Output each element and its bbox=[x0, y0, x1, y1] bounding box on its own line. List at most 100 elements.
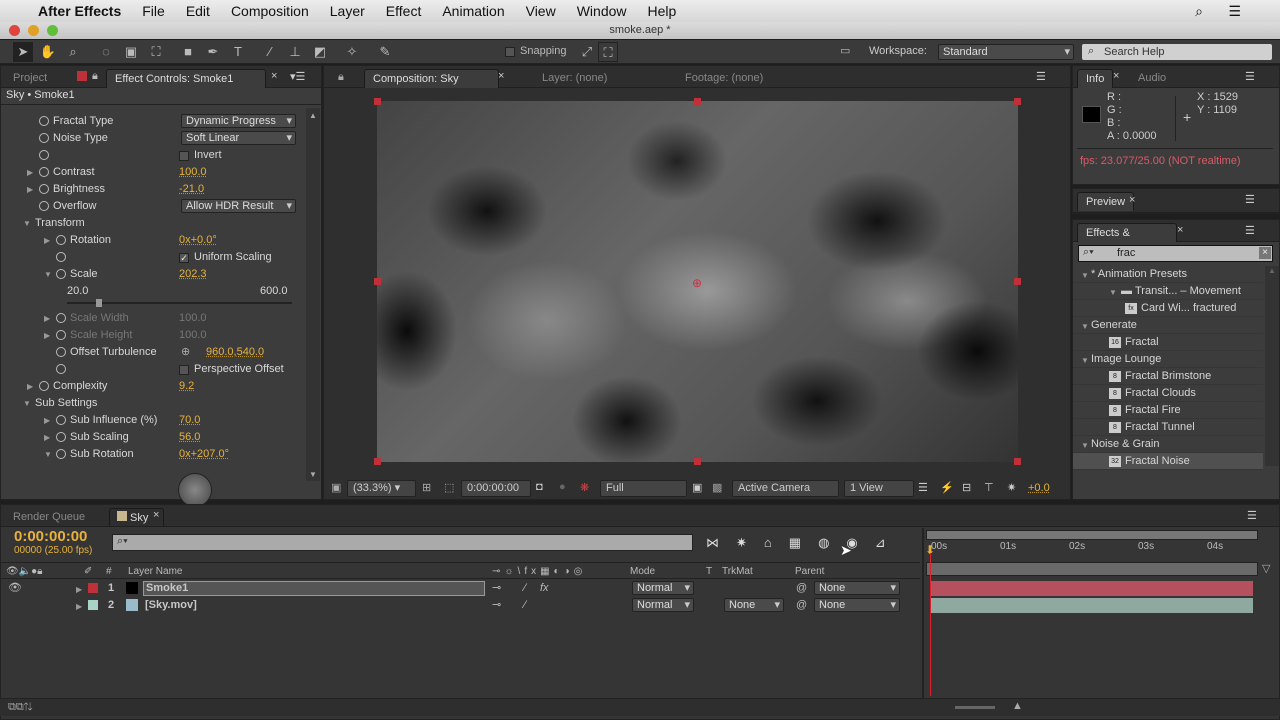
property-value[interactable]: -21.0 bbox=[179, 181, 204, 198]
time-navigator[interactable] bbox=[926, 530, 1258, 540]
pen-tool-icon[interactable]: ✒ bbox=[203, 42, 223, 62]
effects-search-input[interactable]: frac bbox=[1078, 245, 1273, 262]
twirl-open-icon[interactable]: ▼ bbox=[1081, 318, 1089, 335]
label-color[interactable] bbox=[88, 600, 98, 610]
layer-handle[interactable] bbox=[374, 458, 381, 465]
menu-animation[interactable]: Animation bbox=[442, 3, 504, 19]
layer-name[interactable]: [Sky.mov] bbox=[143, 597, 485, 614]
zoom-in-icon[interactable]: ▲ bbox=[1012, 700, 1023, 712]
menu-layer[interactable]: Layer bbox=[330, 3, 365, 19]
stopwatch-icon[interactable] bbox=[56, 235, 66, 245]
menu-help[interactable]: Help bbox=[648, 3, 677, 19]
effects-tree-item[interactable]: ▼ ▬ Transit... – Movement bbox=[1073, 283, 1263, 300]
shape-tool-icon[interactable]: ■ bbox=[178, 42, 198, 62]
tab-effects-presets[interactable]: Effects & Presets bbox=[1077, 223, 1177, 258]
stopwatch-icon[interactable] bbox=[39, 201, 49, 211]
layer-duration-bar[interactable] bbox=[931, 581, 1253, 596]
stopwatch-icon[interactable] bbox=[56, 330, 66, 340]
work-area-bar[interactable] bbox=[926, 562, 1258, 576]
snapping-checkbox[interactable] bbox=[505, 47, 515, 57]
selection-tool-icon[interactable]: ➤ bbox=[13, 42, 33, 62]
layer-handle[interactable] bbox=[374, 98, 381, 105]
effects-tree-item[interactable]: fx Card Wi... fractured bbox=[1073, 300, 1263, 317]
rotation-dial[interactable] bbox=[178, 473, 212, 507]
flowchart-icon[interactable]: ⊤ bbox=[984, 481, 994, 494]
panel-menu-icon[interactable]: ☰ bbox=[1245, 224, 1255, 237]
property-value[interactable]: 960.0,540.0 bbox=[206, 344, 264, 361]
zoom-tool-icon[interactable]: ⌕ bbox=[63, 42, 83, 62]
playhead-line[interactable] bbox=[930, 553, 931, 696]
layer-handle[interactable] bbox=[1014, 278, 1021, 285]
effects-tree-item[interactable]: ▼ Noise & Grain bbox=[1073, 436, 1263, 453]
zoom-slider[interactable] bbox=[955, 706, 995, 709]
panel-menu-icon[interactable]: ☰ bbox=[1245, 70, 1255, 83]
magnification-dropdown[interactable]: (33.3%) ▾ bbox=[347, 480, 416, 497]
menu-window[interactable]: Window bbox=[577, 3, 627, 19]
app-menu[interactable]: After Effects bbox=[38, 3, 121, 19]
twirl-closed-icon[interactable]: ▶ bbox=[76, 581, 82, 598]
twirl-closed-icon[interactable]: ▶ bbox=[27, 378, 33, 395]
text-tool-icon[interactable]: T bbox=[228, 42, 248, 62]
property-value[interactable]: 0x+0.0° bbox=[179, 232, 217, 249]
scrollbar[interactable]: ▲ bbox=[1265, 266, 1279, 466]
property-value[interactable]: 100.0 bbox=[179, 310, 207, 327]
stopwatch-icon[interactable] bbox=[39, 167, 49, 177]
label-color[interactable] bbox=[88, 583, 98, 593]
twirl-closed-icon[interactable]: ▶ bbox=[44, 310, 50, 327]
clear-search-icon[interactable]: × bbox=[1259, 247, 1271, 259]
show-snapshot-icon[interactable]: ● bbox=[559, 481, 566, 493]
effects-tree-item[interactable]: ▼ * Animation Presets bbox=[1073, 266, 1263, 283]
blend-mode-dropdown[interactable]: Normal bbox=[632, 581, 694, 595]
lock-icon[interactable]: 🔒︎ bbox=[338, 71, 344, 84]
eraser-tool-icon[interactable]: ◩ bbox=[310, 42, 330, 62]
property-value[interactable]: 56.0 bbox=[179, 429, 200, 446]
trkmat-dropdown[interactable]: None bbox=[724, 598, 784, 612]
close-icon[interactable]: × bbox=[1113, 70, 1119, 82]
tab-composition[interactable]: Composition: Sky bbox=[364, 69, 499, 88]
blend-mode-dropdown[interactable]: Normal bbox=[632, 598, 694, 612]
mask-visibility-icon[interactable]: ⬚ bbox=[444, 481, 454, 494]
twirl-closed-icon[interactable]: ▶ bbox=[44, 232, 50, 249]
close-icon[interactable]: × bbox=[271, 70, 277, 82]
composition-mini-flowchart-icon[interactable]: ⋈ bbox=[706, 535, 736, 550]
property-checkbox[interactable]: ✓ bbox=[179, 253, 189, 263]
zoom-window-button[interactable] bbox=[47, 25, 58, 36]
clone-stamp-tool-icon[interactable]: ⊥ bbox=[285, 42, 305, 62]
panel-menu-icon[interactable]: ☰ bbox=[1247, 509, 1257, 522]
crosshair-target-icon[interactable]: ⊕ bbox=[181, 344, 190, 361]
layer-handle[interactable] bbox=[1014, 458, 1021, 465]
panel-menu-icon[interactable]: ☰ bbox=[1245, 193, 1255, 206]
tab-preview[interactable]: Preview bbox=[1077, 192, 1135, 211]
layer-handle[interactable] bbox=[374, 278, 381, 285]
layer-row[interactable]: 👁︎ ▶ 1 Smoke1 ⊸ ∕ fx Normal @ None bbox=[0, 580, 1280, 597]
shy-switch-icon[interactable]: ⊸ bbox=[492, 597, 501, 614]
pan-behind-tool-icon[interactable]: ⛶ bbox=[146, 42, 166, 62]
view-layout-dropdown[interactable]: 1 View bbox=[844, 480, 914, 497]
tab-info[interactable]: Info bbox=[1077, 69, 1114, 88]
fast-preview-icon[interactable]: ⚡ bbox=[940, 481, 954, 494]
parent-dropdown[interactable]: None bbox=[814, 598, 900, 612]
rotate-tool-icon[interactable]: ◌ bbox=[96, 42, 116, 62]
tab-footage[interactable]: Footage: (none) bbox=[677, 69, 771, 88]
property-dropdown[interactable]: Dynamic Progress bbox=[181, 114, 296, 128]
region-of-interest-icon[interactable]: ▣ bbox=[331, 481, 341, 494]
exposure-reset-icon[interactable]: ✷ bbox=[1007, 481, 1016, 494]
effects-tree-item[interactable]: 16 Fractal bbox=[1073, 334, 1263, 351]
shy-switch-icon[interactable]: ⊸ bbox=[492, 580, 501, 597]
hide-shy-layers-icon[interactable]: ⌂ bbox=[764, 535, 789, 550]
panel-menu-icon[interactable]: ▾☰ bbox=[290, 70, 305, 83]
property-value[interactable]: 100.0 bbox=[179, 164, 207, 181]
menu-composition[interactable]: Composition bbox=[231, 3, 309, 19]
transparency-grid-icon[interactable]: ▩ bbox=[712, 481, 722, 494]
effects-tree-item[interactable]: 8 Fractal Fire bbox=[1073, 402, 1263, 419]
resolution-dropdown[interactable]: Full bbox=[600, 480, 687, 497]
roto-brush-tool-icon[interactable]: ✧ bbox=[342, 42, 362, 62]
stopwatch-icon[interactable] bbox=[56, 415, 66, 425]
stopwatch-icon[interactable] bbox=[56, 269, 66, 279]
twirl-open-icon[interactable]: ▼ bbox=[44, 266, 52, 283]
search-icon[interactable]: ⌕ bbox=[1195, 3, 1203, 20]
tab-effect-controls[interactable]: Effect Controls: Smoke1 bbox=[106, 69, 266, 88]
twirl-closed-icon[interactable]: ▶ bbox=[27, 164, 33, 181]
stopwatch-icon[interactable] bbox=[39, 150, 49, 160]
camera-tool-icon[interactable]: ▣ bbox=[121, 42, 141, 62]
